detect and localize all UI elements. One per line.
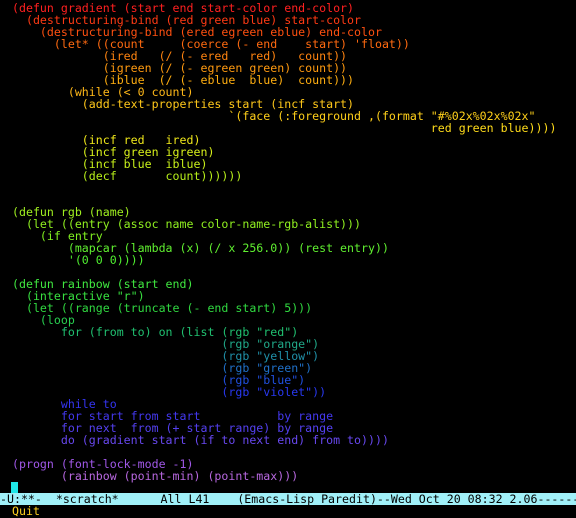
code-line: do (gradient start (if to next end) from…: [12, 433, 389, 447]
editor-buffer[interactable]: (defun gradient (start end start-color e…: [12, 2, 572, 482]
code-line: (decf count)))))): [12, 169, 243, 183]
code-line: (let ((range (truncate (- end start) 5))…: [12, 301, 313, 315]
minibuffer-message[interactable]: Quit: [12, 505, 40, 517]
mode-line: -U:**- *scratch* All L41 (Emacs-Lisp Par…: [0, 492, 576, 506]
code-line: '(0 0 0)))): [12, 253, 145, 267]
code-line: (rainbow (point-min) (point-max))): [12, 469, 299, 483]
